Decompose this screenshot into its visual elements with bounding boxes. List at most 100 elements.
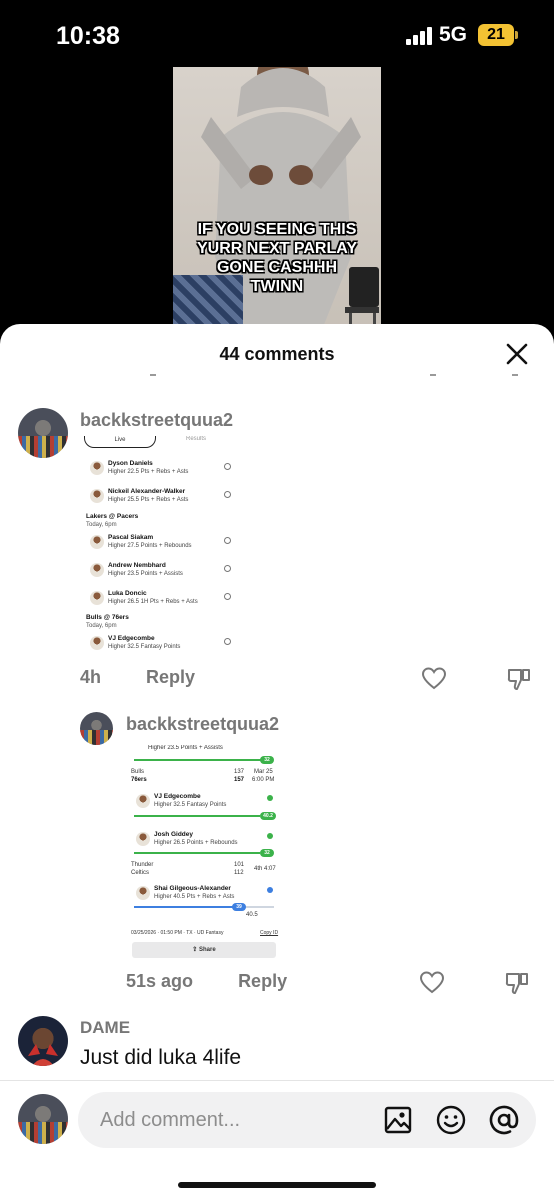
player-photo	[136, 794, 150, 808]
pick-line: Higher 32.5 Fantasy Points	[108, 644, 181, 650]
game-matchup: Lakers @ Pacers	[86, 513, 139, 520]
radio-icon	[224, 638, 231, 645]
video-caption: IF YOU SEEING THIS YURR NEXT PARLAY GONE…	[196, 221, 358, 295]
avatar[interactable]	[18, 408, 68, 458]
team-score: 112	[234, 870, 244, 876]
picks-tabs: Live Results	[82, 436, 242, 450]
pick-line: Higher 40.5 Pts + Rebs + Asts	[154, 894, 235, 900]
live-icon	[267, 887, 273, 893]
player-name: Luka Doncic	[108, 590, 147, 597]
scrolled-previous-comment	[0, 372, 554, 382]
image-icon[interactable]	[383, 1105, 413, 1135]
heart-icon[interactable]	[421, 666, 447, 692]
heart-icon[interactable]	[419, 970, 445, 996]
pick-row: Josh Giddey Higher 26.5 Points + Rebound…	[134, 829, 280, 851]
radio-icon	[224, 565, 231, 572]
comment-input[interactable]	[100, 1106, 360, 1134]
scrolled-fragment	[430, 372, 436, 376]
comment-time: 4h	[80, 667, 102, 687]
radio-icon	[224, 463, 231, 470]
pick-row: Luka Doncic Higher 26.5 1H Pts + Rebs + …	[88, 588, 238, 610]
copy-id-link: Copy ID	[260, 930, 279, 936]
mention-icon[interactable]	[488, 1104, 520, 1136]
player-name: Pascal Siakam	[108, 534, 154, 541]
check-icon	[267, 795, 273, 801]
home-indicator	[178, 1182, 376, 1188]
video-player[interactable]: IF YOU SEEING THIS YURR NEXT PARLAY GONE…	[173, 67, 381, 332]
pick-line: Higher 26.5 1H Pts + Rebs + Asts	[108, 599, 198, 605]
comment-text: Just did luka 4life	[80, 1046, 242, 1069]
game-time: Today, 6pm	[86, 623, 117, 629]
comment-input-container[interactable]	[78, 1092, 536, 1148]
avatar[interactable]	[18, 1016, 68, 1066]
battery-level: 21	[487, 26, 505, 43]
pick-row: VJ Edgecombe Higher 32.5 Fantasy Points	[134, 791, 280, 813]
player-photo	[90, 489, 104, 503]
comment-image-picks[interactable]: Live Results Dyson Daniels Higher 22.5 P…	[82, 436, 242, 654]
tab-results: Results	[186, 436, 207, 442]
scrolled-fragment	[512, 372, 518, 376]
comment-username[interactable]: DAME	[80, 1018, 130, 1038]
cellular-signal-icon	[406, 27, 432, 45]
dislike-icon[interactable]	[506, 666, 532, 692]
pick-line: Higher 23.5 Points + Assists	[148, 745, 223, 751]
player-name: VJ Edgecombe	[154, 793, 201, 800]
pick-line: Higher 27.5 Points + Rebounds	[108, 543, 192, 549]
comment-username[interactable]: backkstreetquua2	[126, 714, 279, 735]
team-score: 157	[234, 777, 245, 783]
team-score: 101	[234, 862, 245, 868]
player-name: VJ Edgecombe	[108, 635, 155, 642]
player-photo	[90, 535, 104, 549]
pick-line: Higher 22.5 Pts + Rebs + Asts	[108, 469, 189, 475]
game-status: 4th 4:07	[254, 866, 276, 872]
player-photo	[90, 591, 104, 605]
pick-row: Andrew Nembhard Higher 23.5 Points + Ass…	[88, 560, 238, 582]
pick-row: Shai Gilgeous-Alexander Higher 40.5 Pts …	[134, 883, 280, 905]
divider	[0, 1080, 554, 1081]
progress-bar	[134, 906, 244, 908]
player-name: Josh Giddey	[154, 831, 194, 838]
pick-row: Nickeil Alexander-Walker Higher 25.5 Pts…	[88, 486, 238, 508]
player-photo	[90, 461, 104, 475]
dislike-icon[interactable]	[504, 970, 530, 996]
avatar-photo	[28, 1044, 58, 1066]
player-photo	[136, 832, 150, 846]
progress-bar	[134, 815, 260, 817]
reply-button[interactable]: Reply	[146, 667, 195, 687]
game-time: Today, 6pm	[86, 522, 117, 528]
game-matchup: Bulls @ 76ers	[86, 614, 129, 621]
current-user-avatar[interactable]	[18, 1094, 68, 1144]
team-name: Celtics	[131, 870, 150, 876]
pick-row: VJ Edgecombe Higher 32.5 Fantasy Points	[88, 633, 238, 654]
radio-icon	[224, 537, 231, 544]
player-photo	[136, 886, 150, 900]
player-name: Shai Gilgeous-Alexander	[154, 885, 231, 892]
clock: 10:38	[56, 22, 120, 50]
stat-badge: 40.2	[260, 812, 276, 820]
scrolled-fragment	[150, 372, 156, 376]
progress-bar-remaining	[244, 906, 274, 908]
emoji-icon[interactable]	[435, 1104, 467, 1136]
pick-line: Higher 32.5 Fantasy Points	[154, 802, 227, 808]
comment-username[interactable]: backkstreetquua2	[80, 410, 233, 431]
stat-badge: 32	[260, 849, 274, 857]
team-score: 137	[234, 769, 245, 775]
player-photo	[90, 563, 104, 577]
pick-line: Higher 26.5 Points + Rebounds	[154, 840, 238, 846]
pick-row: Dyson Daniels Higher 22.5 Pts + Rebs + A…	[88, 458, 238, 480]
close-icon[interactable]	[504, 341, 530, 367]
entry-footer: 03/25/2026 · 01:50 PM · TX · UD Fantasy	[131, 930, 224, 936]
check-icon	[267, 833, 273, 839]
comments-sheet: 44 comments backkstreetquua2 Live Result…	[0, 324, 554, 1200]
comment-image-results[interactable]: Higher 23.5 Points + Assists 32 Bulls 76…	[128, 745, 280, 961]
game-header: Lakers @ Pacers Today, 6pm	[86, 513, 138, 528]
stat-target: 40.5	[246, 912, 258, 918]
share-label: Share	[199, 947, 216, 953]
battery-tip	[515, 31, 518, 39]
avatar[interactable]	[80, 712, 113, 745]
comment-time: 51s ago	[126, 971, 194, 991]
reply-button[interactable]: Reply	[238, 971, 287, 991]
stat-badge: 32	[260, 756, 274, 764]
player-name: Andrew Nembhard	[108, 562, 166, 569]
tab-live: Live	[84, 436, 156, 448]
